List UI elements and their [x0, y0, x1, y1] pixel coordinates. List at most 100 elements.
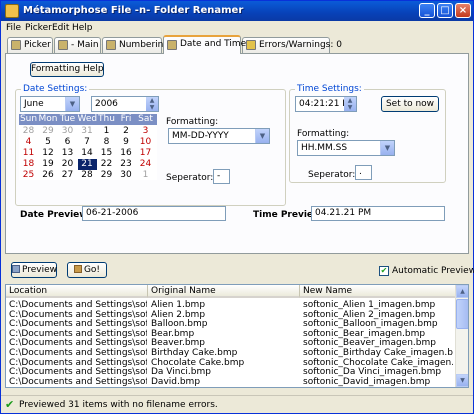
calendar-day[interactable]: 10	[136, 137, 155, 148]
formatting-help-button[interactable]: Formatting Help	[30, 62, 104, 77]
calendar-day[interactable]: 27	[58, 170, 77, 181]
scroll-up-icon[interactable]: ▲	[456, 285, 468, 298]
calendar-day[interactable]: 3	[136, 126, 155, 137]
calendar-day[interactable]: 9	[117, 137, 136, 148]
calendar-day[interactable]: 19	[39, 159, 58, 170]
calendar-day[interactable]: 26	[39, 170, 58, 181]
menu-edit[interactable]: Edit	[52, 23, 69, 33]
calendar-day[interactable]: 30	[58, 126, 77, 137]
warning-icon	[246, 40, 256, 50]
go-icon	[73, 265, 82, 273]
tab-errors-warnings[interactable]: Errors/Warnings: 0	[242, 37, 342, 53]
calendar-weekday: Sat	[138, 114, 153, 124]
column-header-original-name[interactable]: Original Name	[148, 285, 300, 298]
location-cell: C:\Documents and Settings\softo...	[9, 376, 147, 387]
calendar-day[interactable]: 28	[78, 170, 97, 181]
action-bar: Preview Go! ✔ Automatic Preview	[5, 258, 474, 282]
time-separator-field[interactable]: .	[355, 165, 372, 180]
maximize-button[interactable]: □	[437, 3, 453, 18]
calendar-day[interactable]: 2	[117, 126, 136, 137]
spin-down-icon[interactable]: ▼	[344, 104, 356, 111]
status-text: Previewed 31 items with no filename erro…	[19, 400, 218, 410]
calendar-day[interactable]: 23	[117, 159, 136, 170]
calendar-day[interactable]: 8	[97, 137, 116, 148]
calendar-day[interactable]: 25	[19, 170, 38, 181]
spin-down-icon[interactable]: ▼	[146, 104, 158, 111]
calendar-day[interactable]: 18	[19, 159, 38, 170]
spin-up-icon[interactable]: ▲	[146, 97, 158, 104]
calendar-day[interactable]: 16	[117, 148, 136, 159]
calendar-weekday: Thu	[98, 114, 115, 124]
calendar-day[interactable]: 6	[58, 137, 77, 148]
picker-icon	[11, 40, 21, 50]
month-select[interactable]: June ▼	[20, 96, 80, 112]
automatic-preview-label: Automatic Preview	[392, 266, 474, 276]
tab-date-and-time[interactable]: Date and Time	[163, 35, 246, 54]
calendar-weekday: Wed	[77, 114, 98, 124]
time-preview-field: 04.21.21 PM	[311, 206, 445, 221]
calendar-weekday-header: Sun Mon Tue Wed Thu Fri Sat	[19, 114, 157, 125]
status-bar: ✔ Previewed 31 items with no filename er…	[1, 395, 473, 413]
calendar-day[interactable]: 14	[78, 148, 97, 159]
calendar-day[interactable]: 29	[97, 170, 116, 181]
date-preview-field: 06-21-2006	[82, 206, 226, 221]
calendar-day[interactable]: 15	[97, 148, 116, 159]
calendar-day[interactable]: 5	[39, 137, 58, 148]
calendar-weekday: Tue	[59, 114, 76, 124]
close-button[interactable]: ×	[455, 3, 471, 18]
calendar-day[interactable]: 12	[39, 148, 58, 159]
calendar-day[interactable]: 22	[97, 159, 116, 170]
calendar-day[interactable]: 1	[136, 170, 155, 181]
calendar-day[interactable]: 30	[117, 170, 136, 181]
menu-picker[interactable]: Picker	[25, 23, 52, 33]
spin-up-icon[interactable]: ▲	[344, 97, 356, 104]
set-to-now-button[interactable]: Set to now	[381, 96, 439, 112]
date-formatting-label: Formatting:	[166, 117, 219, 127]
calendar-day[interactable]: 7	[78, 137, 97, 148]
minimize-button[interactable]: _	[419, 3, 435, 18]
calendar-day[interactable]: 21	[77, 159, 97, 170]
automatic-preview-checkbox[interactable]: ✔	[379, 266, 389, 276]
column-header-new-name[interactable]: New Name	[300, 285, 456, 298]
numbering-icon	[106, 40, 116, 50]
scroll-down-icon[interactable]: ▼	[456, 374, 468, 387]
time-format-select[interactable]: HH.MM.SS ▼	[297, 140, 395, 156]
date-separator-label: Seperator:	[166, 173, 214, 183]
calendar-day[interactable]: 13	[58, 148, 77, 159]
original-name-cell: David.bmp	[151, 376, 201, 387]
calendar-day[interactable]: 24	[136, 159, 155, 170]
title-bar: Métamorphose File -n- Folder Renamer _ □…	[1, 1, 473, 21]
calendar-day[interactable]: 4	[19, 137, 38, 148]
time-settings-label: Time Settings:	[295, 84, 364, 94]
time-spinner[interactable]: 04:21:21 PM ▲ ▼	[295, 96, 357, 112]
calendar-day[interactable]: 1	[97, 126, 116, 137]
date-settings-label: Date Settings:	[21, 84, 90, 94]
scroll-thumb[interactable]	[456, 299, 468, 329]
calendar-day[interactable]: 28	[19, 126, 38, 137]
calendar-day[interactable]: 29	[39, 126, 58, 137]
table-row[interactable]: C:\Documents and Settings\softo... David.…	[6, 376, 456, 387]
new-name-cell: softonic_David_imagen.bmp	[303, 376, 431, 387]
calendar-weekday: Fri	[120, 114, 132, 124]
menu-file[interactable]: File	[6, 23, 21, 33]
tab-numbering[interactable]: Numbering	[102, 37, 169, 53]
go-button[interactable]: Go!	[67, 262, 107, 278]
tab-picker[interactable]: Picker	[7, 37, 53, 53]
calendar-day[interactable]: 17	[136, 148, 155, 159]
preview-icon	[12, 265, 20, 273]
file-list[interactable]: Location Original Name New Name C:\Docum…	[5, 284, 469, 388]
calendar-day[interactable]: 31	[78, 126, 97, 137]
time-formatting-label: Formatting:	[297, 129, 350, 139]
menu-help[interactable]: Help	[72, 23, 93, 33]
column-header-location[interactable]: Location	[6, 285, 148, 298]
date-separator-field[interactable]: -	[213, 169, 230, 184]
calendar-icon	[167, 40, 177, 50]
date-format-select[interactable]: MM-DD-YYYY ▼	[168, 128, 270, 144]
tab-main[interactable]: - Main -	[54, 37, 105, 53]
calendar-day[interactable]: 20	[58, 159, 77, 170]
vertical-scrollbar[interactable]: ▲ ▼	[455, 285, 468, 387]
calendar-day[interactable]: 11	[19, 148, 38, 159]
preview-button[interactable]: Preview	[11, 262, 57, 278]
year-spinner[interactable]: 2006 ▲ ▼	[91, 96, 159, 112]
calendar-weekday: Sun	[19, 114, 38, 124]
